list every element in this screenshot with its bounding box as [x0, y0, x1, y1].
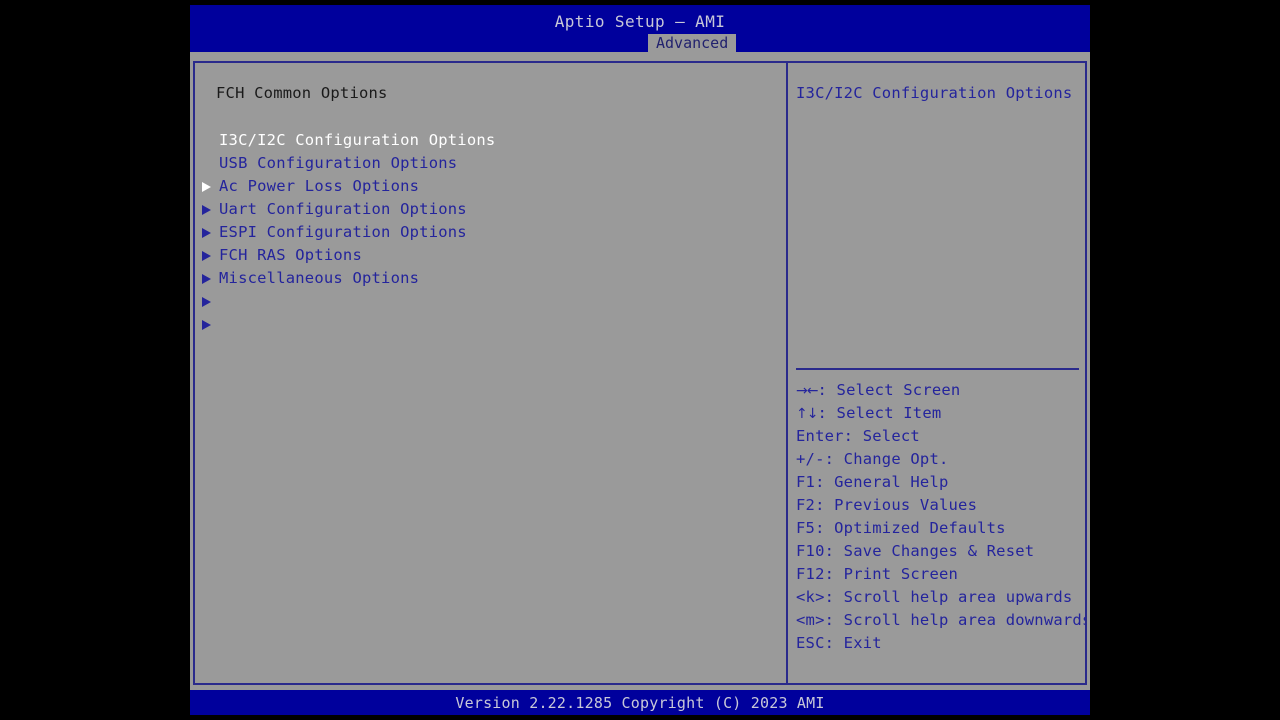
menu-item-label: I3C/I2C Configuration Options [219, 131, 496, 149]
triangle-right-icon [202, 198, 216, 261]
help-panel: I3C/I2C Configuration Options →←: Select… [790, 63, 1085, 683]
legend-optimized-defaults: F5: Optimized Defaults [796, 517, 1085, 540]
legend-general-help: F1: General Help [796, 471, 1085, 494]
legend-change-opt: +/-: Change Opt. [796, 448, 1085, 471]
legend-key: F1 [796, 473, 816, 491]
legend-label: : Print Screen [824, 565, 959, 583]
legend-esc-exit: ESC: Exit [796, 632, 1085, 655]
legend-key: ESC [796, 634, 825, 652]
legend-scroll-help-downwards: <m>: Scroll help area downwards [796, 609, 1085, 632]
menu-panel: FCH Common Options I3C/I2C Configuration… [195, 63, 788, 683]
legend-label: : Save Changes & Reset [824, 542, 1035, 560]
menu-item-label: Uart Configuration Options [219, 200, 467, 218]
legend-label: : Optimized Defaults [815, 519, 1006, 537]
legend-enter-select: Enter: Select [796, 425, 1085, 448]
arrow-up-down-icon: ↑↓ [796, 406, 818, 422]
help-divider [796, 368, 1079, 370]
key-legend-list: →←: Select Screen ↑↓: Select Item Enter:… [796, 379, 1085, 655]
legend-print-screen: F12: Print Screen [796, 563, 1085, 586]
legend-key: F5 [796, 519, 816, 537]
legend-key: <m> [796, 611, 825, 629]
legend-select-screen: →←: Select Screen [796, 379, 1085, 402]
title-bar: Aptio Setup – AMI Advanced [190, 5, 1090, 52]
triangle-right-icon [202, 244, 216, 307]
legend-scroll-help-upwards: <k>: Scroll help area upwards [796, 586, 1085, 609]
header-gap-strip [190, 52, 1090, 61]
legend-label: : Select Screen [817, 381, 961, 399]
menu-item-i3c-i2c-configuration-options[interactable]: I3C/I2C Configuration Options [195, 129, 786, 192]
triangle-right-icon [202, 129, 216, 192]
menu-item-label: USB Configuration Options [219, 154, 458, 172]
arrow-left-right-icon: →← [796, 383, 818, 399]
footer-bar: Version 2.22.1285 Copyright (C) 2023 AMI [190, 690, 1090, 715]
legend-label: : General Help [815, 473, 949, 491]
triangle-right-icon [202, 152, 216, 215]
tab-advanced[interactable]: Advanced [648, 34, 737, 52]
menu-item-ac-power-loss-options[interactable]: Ac Power Loss Options [195, 175, 786, 238]
help-description: I3C/I2C Configuration Options [796, 84, 1073, 102]
menu-item-label: ESPI Configuration Options [219, 223, 467, 241]
tab-bar: Advanced [190, 34, 1090, 52]
legend-label: : Scroll help area upwards [824, 588, 1073, 606]
legend-key: <k> [796, 588, 825, 606]
panel-title: FCH Common Options [216, 84, 388, 102]
page-title: Aptio Setup – AMI [554, 12, 726, 31]
legend-label: : Previous Values [815, 496, 978, 514]
menu-item-uart-configuration-options[interactable]: Uart Configuration Options [195, 198, 786, 261]
menu-item-espi-configuration-options[interactable]: ESPI Configuration Options [195, 221, 786, 284]
bios-window: Aptio Setup – AMI Advanced FCH Common Op… [190, 5, 1090, 715]
legend-label: : Select [843, 427, 920, 445]
legend-label: : Exit [824, 634, 882, 652]
triangle-right-icon [202, 175, 216, 238]
menu-item-miscellaneous-options[interactable]: Miscellaneous Options [195, 267, 786, 330]
legend-key: F12 [796, 565, 825, 583]
triangle-right-icon [202, 221, 216, 284]
triangle-right-icon [202, 267, 216, 330]
legend-key: F10 [796, 542, 825, 560]
legend-label: : Select Item [817, 404, 942, 422]
legend-key: +/- [796, 450, 825, 468]
menu-item-label: Ac Power Loss Options [219, 177, 420, 195]
legend-label: : Scroll help area downwards [824, 611, 1085, 629]
menu-item-usb-configuration-options[interactable]: USB Configuration Options [195, 152, 786, 215]
menu-list: I3C/I2C Configuration Options USB Config… [195, 129, 786, 330]
version-text: Version 2.22.1285 Copyright (C) 2023 AMI [455, 694, 825, 712]
content-panels: FCH Common Options I3C/I2C Configuration… [193, 61, 1087, 685]
legend-select-item: ↑↓: Select Item [796, 402, 1085, 425]
menu-item-label: Miscellaneous Options [219, 269, 420, 287]
legend-key: F2 [796, 496, 816, 514]
menu-item-fch-ras-options[interactable]: FCH RAS Options [195, 244, 786, 307]
legend-save-changes-reset: F10: Save Changes & Reset [796, 540, 1085, 563]
legend-key: Enter [796, 427, 844, 445]
legend-label: : Change Opt. [824, 450, 949, 468]
legend-previous-values: F2: Previous Values [796, 494, 1085, 517]
bios-screen: Aptio Setup – AMI Advanced FCH Common Op… [0, 0, 1280, 720]
menu-item-label: FCH RAS Options [219, 246, 362, 264]
